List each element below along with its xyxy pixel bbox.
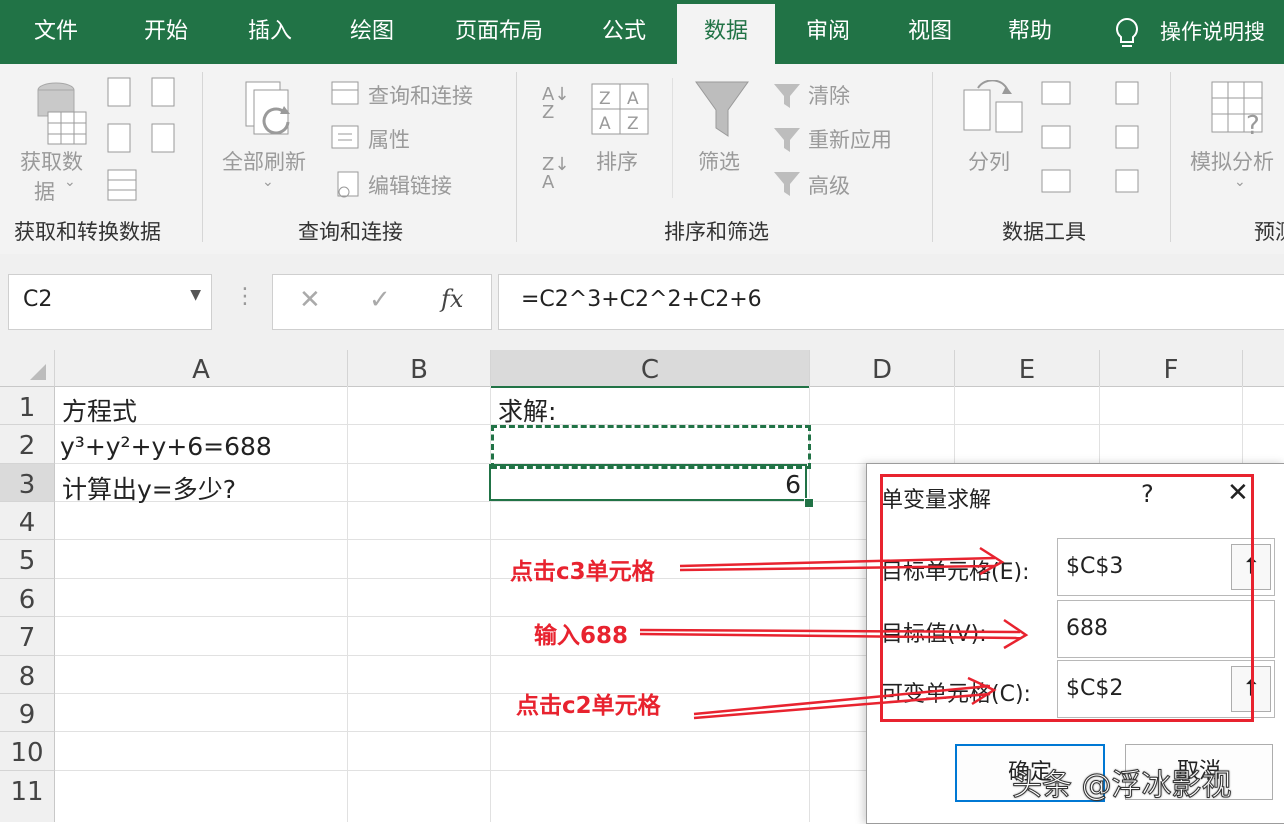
annotation-arrows (639, 546, 1029, 720)
watermark-text: 头条 @浮冰影视 (1012, 768, 1233, 804)
